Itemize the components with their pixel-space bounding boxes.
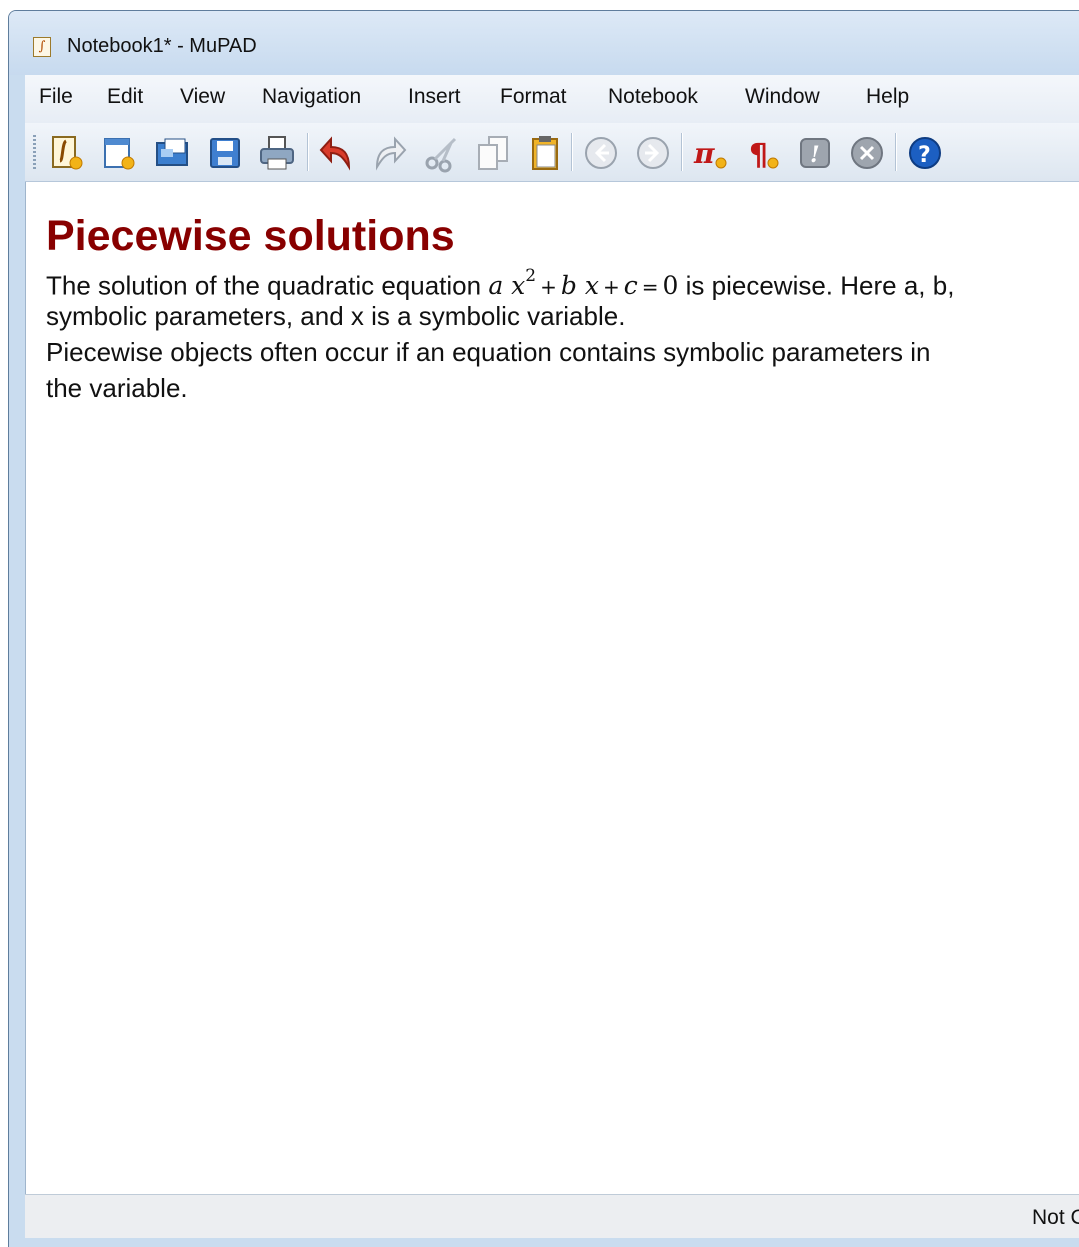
- insert-text-icon[interactable]: ¶: [743, 133, 783, 173]
- math-equals: =: [641, 275, 659, 300]
- math-x: x: [511, 271, 526, 301]
- new-notebook-icon[interactable]: [47, 133, 87, 173]
- back-icon[interactable]: [581, 133, 621, 173]
- open-icon[interactable]: [153, 133, 193, 173]
- status-bar: Not C: [25, 1194, 1079, 1239]
- forward-icon[interactable]: [633, 133, 673, 173]
- svg-text:!: !: [810, 142, 820, 168]
- text-run: is piecewise. Here a, b,: [678, 270, 955, 301]
- math-exponent: 2: [525, 266, 537, 286]
- menu-file[interactable]: File: [39, 85, 73, 109]
- toolbar-separator: [895, 133, 897, 171]
- toolbar-separator: [307, 133, 309, 171]
- status-text: Not C: [1032, 1206, 1079, 1229]
- mupad-app-icon: ∫: [33, 37, 51, 57]
- math-a: a: [488, 271, 504, 301]
- save-icon[interactable]: [205, 133, 245, 173]
- math-b: b: [560, 271, 577, 301]
- svg-text:?: ?: [918, 143, 931, 168]
- cut-icon[interactable]: [421, 133, 461, 173]
- copy-icon[interactable]: [473, 133, 513, 173]
- undo-icon[interactable]: [317, 133, 357, 173]
- quadratic-equation: a x2 + b x + c = 0: [488, 266, 679, 301]
- paragraph-line-4: the variable.: [46, 373, 188, 403]
- help-icon[interactable]: ?: [905, 133, 945, 173]
- window-title: Notebook1* - MuPAD: [67, 35, 257, 57]
- toolbar-separator: [571, 133, 573, 171]
- math-plus: +: [540, 275, 557, 300]
- notebook-document[interactable]: Piecewise solutions The solution of the …: [25, 182, 1079, 1194]
- svg-text:π: π: [693, 137, 715, 170]
- menu-bar: File Edit View Navigation Insert Format …: [25, 75, 1079, 123]
- mupad-window: ∫ Notebook1* - MuPAD File Edit View Navi…: [8, 10, 1079, 1247]
- menu-edit[interactable]: Edit: [107, 85, 143, 109]
- print-icon[interactable]: [257, 133, 297, 173]
- menu-navigation[interactable]: Navigation: [262, 85, 361, 109]
- svg-text:¶: ¶: [749, 138, 768, 173]
- math-plus: +: [602, 275, 620, 300]
- text-run: The solution of the quadratic equation: [46, 270, 489, 301]
- toolbar-grip[interactable]: [33, 135, 36, 171]
- paragraph-line-3: Piecewise objects often occur if an equa…: [46, 337, 931, 367]
- paste-icon[interactable]: [525, 133, 565, 173]
- stop-icon[interactable]: [847, 133, 887, 173]
- menu-notebook[interactable]: Notebook: [608, 85, 698, 109]
- evaluate-icon[interactable]: !: [795, 133, 835, 173]
- page-title: Piecewise solutions: [46, 212, 455, 260]
- title-bar[interactable]: ∫ Notebook1* - MuPAD: [9, 11, 1079, 75]
- menu-help[interactable]: Help: [866, 85, 909, 109]
- menu-window[interactable]: Window: [745, 85, 820, 109]
- redo-icon[interactable]: [369, 133, 409, 173]
- insert-calculation-icon[interactable]: π: [691, 133, 731, 173]
- menu-insert[interactable]: Insert: [408, 85, 461, 109]
- toolbar: π ¶ ! ?: [25, 123, 1079, 182]
- window-frame-bottom: [9, 1238, 1079, 1247]
- paragraph-line-2: symbolic parameters, and x is a symbolic…: [46, 301, 626, 331]
- menu-format[interactable]: Format: [500, 85, 567, 109]
- math-c: c: [623, 271, 638, 301]
- menu-view[interactable]: View: [180, 85, 225, 109]
- math-zero: 0: [662, 271, 679, 301]
- math-x: x: [584, 271, 599, 301]
- toolbar-separator: [681, 133, 683, 171]
- new-editor-icon[interactable]: [99, 133, 139, 173]
